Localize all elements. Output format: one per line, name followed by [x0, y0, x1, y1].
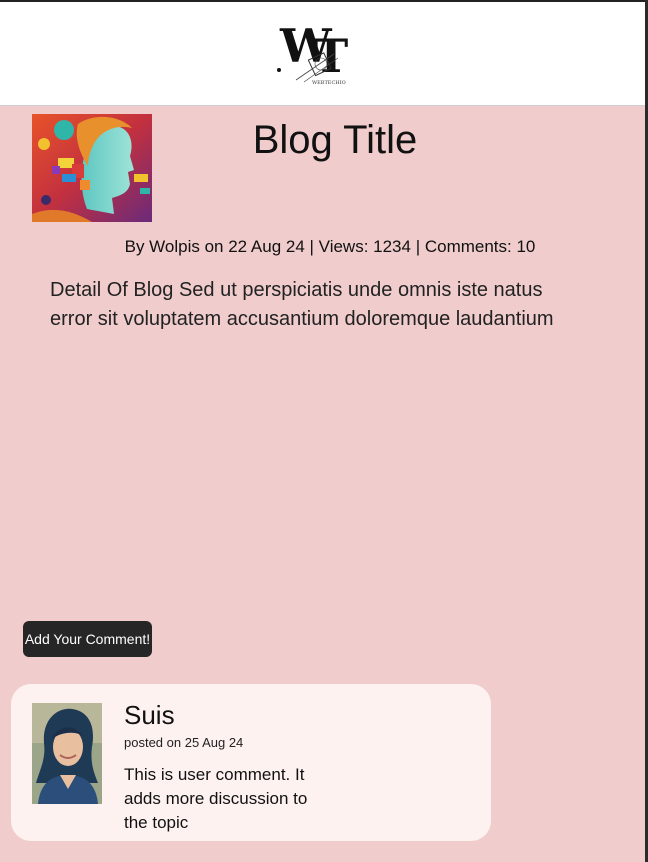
comment-text: This is user comment. It adds more discu…: [124, 765, 308, 832]
comment-date: posted on 25 Aug 24: [124, 735, 244, 750]
svg-text:WEBTECHIO: WEBTECHIO: [312, 80, 346, 86]
commenter-avatar: [32, 703, 102, 804]
comment-author: Suis: [124, 700, 175, 730]
blog-title: Blog Title: [252, 118, 418, 162]
site-header: W T WEBTECHIO: [0, 2, 645, 106]
blog-thumbnail-image: [32, 114, 152, 222]
blog-detail-text: Detail Of Blog Sed ut perspiciatis unde …: [50, 279, 554, 330]
site-logo[interactable]: W T WEBTECHIO: [274, 12, 364, 88]
comment-card: Suis posted on 25 Aug 24 This is user co…: [11, 684, 491, 841]
wt-logo-icon: W T WEBTECHIO: [277, 19, 348, 86]
blog-meta: By Wolpis on 22 Aug 24 | Views: 1234 | C…: [124, 237, 536, 256]
add-comment-button[interactable]: Add Your Comment!: [23, 621, 152, 657]
